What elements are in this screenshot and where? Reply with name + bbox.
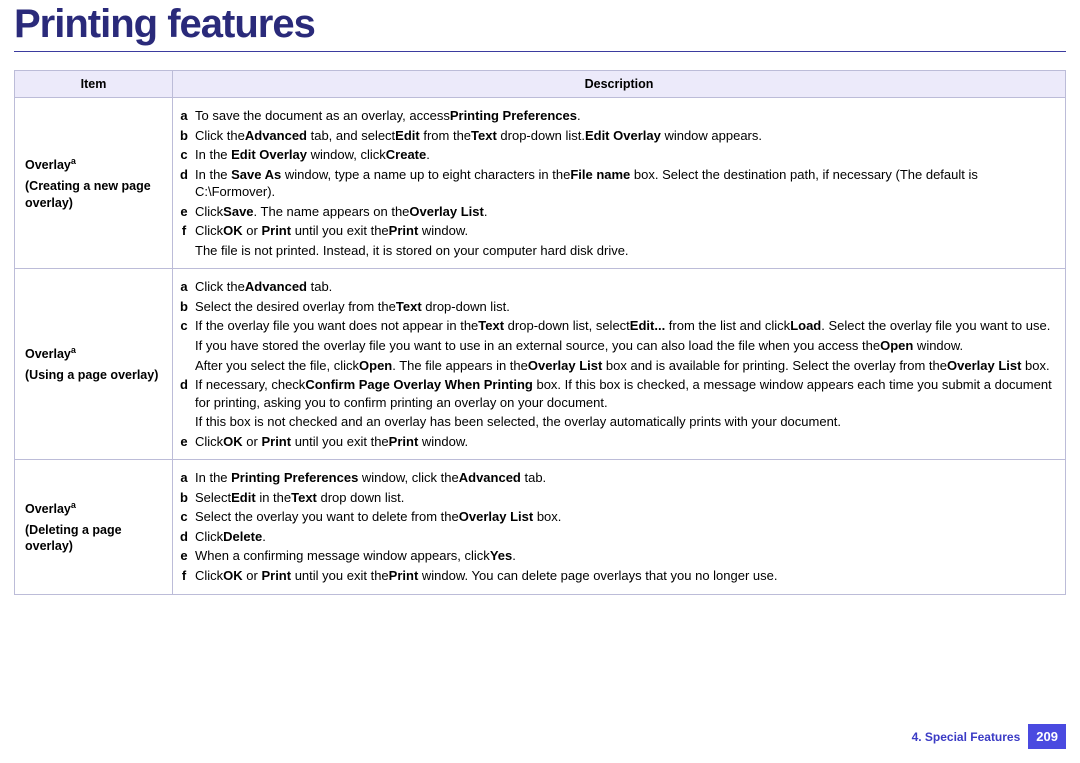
step-text: To save the document as an overlay, acce… [195, 107, 1059, 125]
item-title: Overlay [25, 348, 71, 362]
step-item: aClick theAdvanced tab. [177, 277, 1059, 297]
step-item: cIn the Edit Overlay window, clickCreate… [177, 145, 1059, 165]
page-title: Printing features [0, 0, 1080, 51]
step-marker: a [177, 107, 195, 125]
step-item: fClickOK or Print until you exit thePrin… [177, 566, 1059, 586]
step-marker: d [177, 376, 195, 411]
step-marker: c [177, 146, 195, 164]
item-subtitle: (Deleting a page overlay) [25, 522, 166, 556]
step-marker: b [177, 127, 195, 145]
step-marker: f [177, 567, 195, 585]
step-item: cSelect the overlay you want to delete f… [177, 507, 1059, 527]
step-item: dIn the Save As window, type a name up t… [177, 165, 1059, 202]
step-item: The file is not printed. Instead, it is … [177, 241, 1059, 261]
step-item: fClickOK or Print until you exit thePrin… [177, 221, 1059, 241]
step-text: Click theAdvanced tab, and selectEdit fr… [195, 127, 1059, 145]
col-header-item: Item [15, 71, 173, 98]
description-cell: aTo save the document as an overlay, acc… [173, 98, 1066, 269]
step-text-continuation: If this box is not checked and an overla… [195, 413, 1059, 431]
step-marker: c [177, 317, 195, 335]
step-marker: a [177, 469, 195, 487]
step-marker: a [177, 278, 195, 296]
footer-chapter: 4. Special Features [912, 730, 1021, 744]
step-list: aIn the Printing Preferences window, cli… [177, 468, 1059, 585]
step-item: eClickSave. The name appears on theOverl… [177, 202, 1059, 222]
step-marker: b [177, 298, 195, 316]
step-marker: e [177, 203, 195, 221]
step-item: dIf necessary, checkConfirm Page Overlay… [177, 375, 1059, 412]
step-marker: c [177, 508, 195, 526]
table-row: Overlaya(Deleting a page overlay)aIn the… [15, 460, 1066, 594]
step-marker: d [177, 166, 195, 201]
step-text-continuation: If you have stored the overlay file you … [195, 337, 1059, 355]
table-row: Overlaya(Creating a new page overlay)aTo… [15, 98, 1066, 269]
step-text: ClickSave. The name appears on theOverla… [195, 203, 1059, 221]
step-item: aIn the Printing Preferences window, cli… [177, 468, 1059, 488]
item-subtitle: (Using a page overlay) [25, 367, 166, 384]
item-cell: Overlaya (Using a page overlay) [15, 269, 173, 460]
step-marker: e [177, 433, 195, 451]
step-item: aTo save the document as an overlay, acc… [177, 106, 1059, 126]
step-item: dClickDelete. [177, 527, 1059, 547]
item-cell: Overlaya (Deleting a page overlay) [15, 460, 173, 594]
item-subtitle: (Creating a new page overlay) [25, 178, 166, 212]
step-item: bSelectEdit in theText drop down list. [177, 488, 1059, 508]
step-marker: b [177, 489, 195, 507]
description-cell: aClick theAdvanced tab.bSelect the desir… [173, 269, 1066, 460]
title-rule [14, 51, 1066, 52]
step-text: If necessary, checkConfirm Page Overlay … [195, 376, 1059, 411]
step-item: bClick theAdvanced tab, and selectEdit f… [177, 126, 1059, 146]
item-superscript: a [71, 345, 76, 355]
step-item: bSelect the desired overlay from theText… [177, 297, 1059, 317]
step-text: ClickDelete. [195, 528, 1059, 546]
features-table: Item Description Overlaya(Creating a new… [14, 70, 1066, 595]
step-text: ClickOK or Print until you exit thePrint… [195, 433, 1059, 451]
step-item: If this box is not checked and an overla… [177, 412, 1059, 432]
step-text: In the Save As window, type a name up to… [195, 166, 1059, 201]
step-text-continuation: After you select the file, clickOpen. Th… [195, 357, 1059, 375]
step-marker: f [177, 222, 195, 240]
step-text: Select the desired overlay from theText … [195, 298, 1059, 316]
step-text: In the Edit Overlay window, clickCreate. [195, 146, 1059, 164]
page-footer: 4. Special Features 209 [912, 724, 1066, 749]
item-title: Overlay [25, 502, 71, 516]
step-text: In the Printing Preferences window, clic… [195, 469, 1059, 487]
step-text: If the overlay file you want does not ap… [195, 317, 1059, 335]
description-cell: aIn the Printing Preferences window, cli… [173, 460, 1066, 594]
step-text: When a confirming message window appears… [195, 547, 1059, 565]
step-text: ClickOK or Print until you exit thePrint… [195, 222, 1059, 240]
step-item: cIf the overlay file you want does not a… [177, 316, 1059, 336]
step-marker: d [177, 528, 195, 546]
item-superscript: a [71, 500, 76, 510]
step-text: ClickOK or Print until you exit thePrint… [195, 567, 1059, 585]
step-text-continuation: The file is not printed. Instead, it is … [195, 242, 1059, 260]
step-list: aTo save the document as an overlay, acc… [177, 106, 1059, 260]
item-cell: Overlaya (Creating a new page overlay) [15, 98, 173, 269]
item-superscript: a [71, 156, 76, 166]
step-item: eClickOK or Print until you exit thePrin… [177, 432, 1059, 452]
col-header-description: Description [173, 71, 1066, 98]
step-list: aClick theAdvanced tab.bSelect the desir… [177, 277, 1059, 451]
step-text: SelectEdit in theText drop down list. [195, 489, 1059, 507]
step-item: If you have stored the overlay file you … [177, 336, 1059, 356]
step-item: After you select the file, clickOpen. Th… [177, 356, 1059, 376]
step-text: Select the overlay you want to delete fr… [195, 508, 1059, 526]
item-title: Overlay [25, 158, 71, 172]
step-text: Click theAdvanced tab. [195, 278, 1059, 296]
table-row: Overlaya(Using a page overlay)aClick the… [15, 269, 1066, 460]
step-item: eWhen a confirming message window appear… [177, 546, 1059, 566]
step-marker: e [177, 547, 195, 565]
footer-page-number: 209 [1028, 724, 1066, 749]
